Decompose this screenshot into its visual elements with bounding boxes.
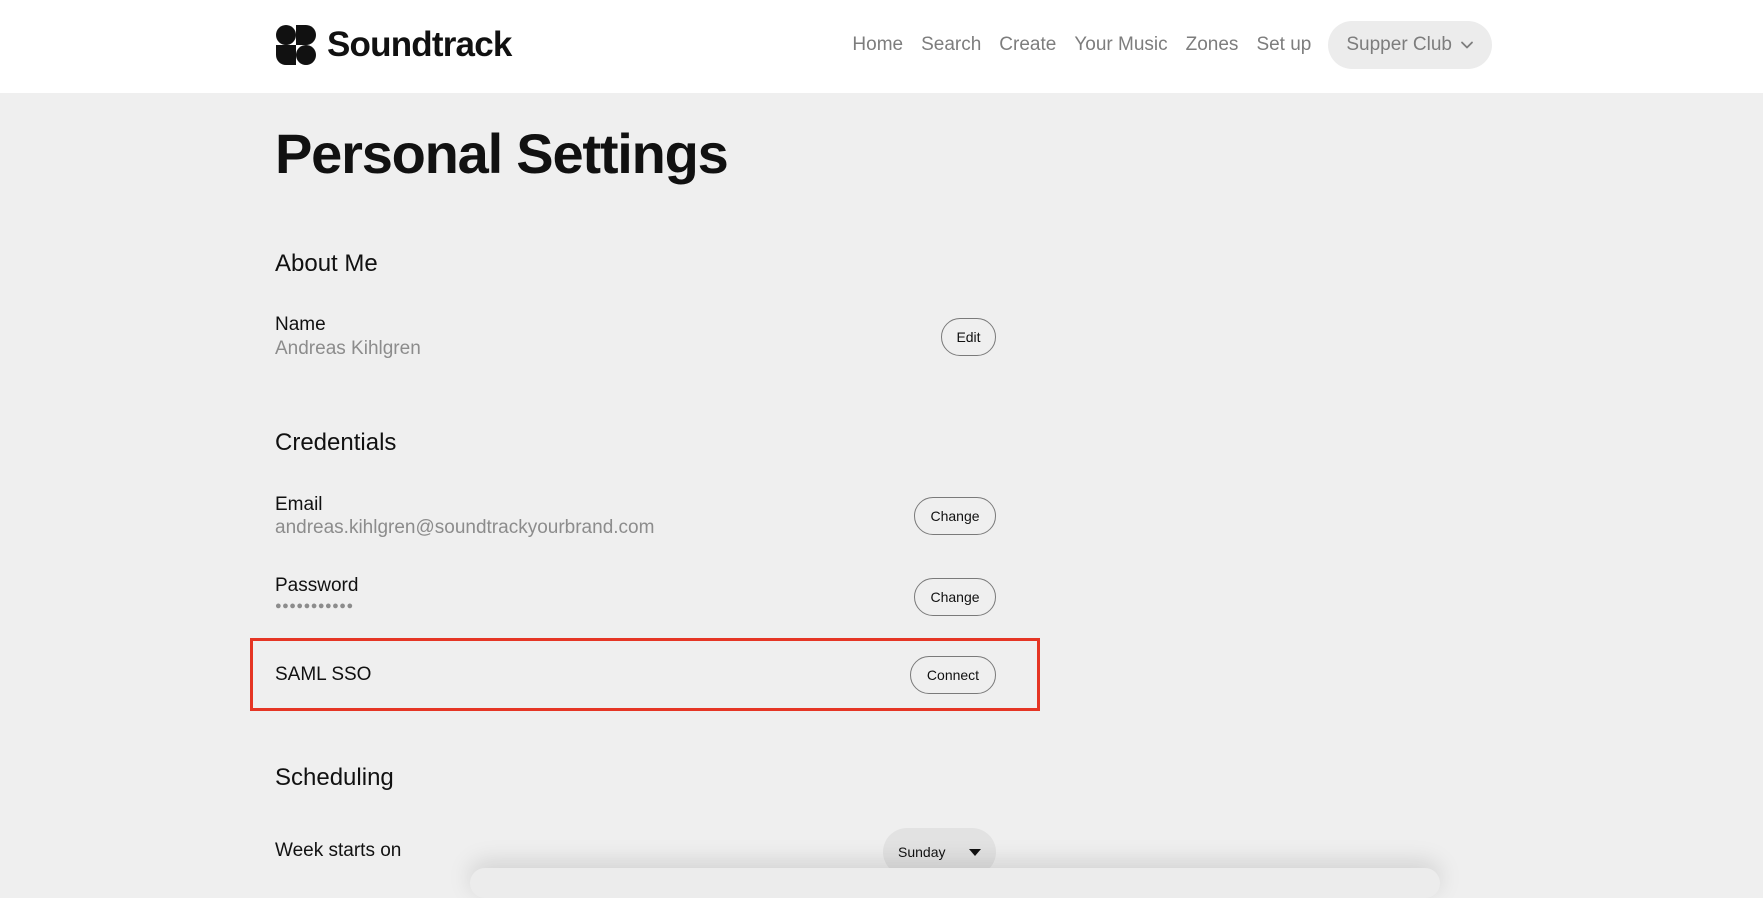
brand-name: Soundtrack [327, 25, 512, 64]
email-label: Email [275, 494, 323, 515]
scheduling-heading: Scheduling [275, 764, 394, 791]
change-email-button[interactable]: Change [914, 497, 996, 535]
name-label: Name [275, 314, 326, 335]
edit-name-button[interactable]: Edit [941, 318, 996, 356]
page-title: Personal Settings [275, 122, 729, 185]
account-name: Supper Club [1346, 34, 1452, 55]
soundtrack-logo[interactable]: Soundtrack [275, 24, 512, 66]
credentials-heading: Credentials [275, 429, 397, 456]
caret-down-icon [969, 848, 981, 856]
name-value: Andreas Kihlgren [275, 338, 421, 359]
top-navigation-bar: Soundtrack Home Search Create Your Music… [0, 0, 1763, 93]
account-switcher-button[interactable]: Supper Club [1328, 21, 1492, 69]
about-me-heading: About Me [275, 250, 378, 277]
nav-home[interactable]: Home [852, 34, 903, 56]
saml-sso-label: SAML SSO [275, 664, 372, 685]
chevron-down-icon [1461, 41, 1473, 49]
main-nav: Home Search Create Your Music Zones Set … [852, 21, 1492, 69]
email-value: andreas.kihlgren@soundtrackyourbrand.com [275, 517, 655, 538]
password-value: ●●●●●●●●●●● [275, 600, 354, 612]
nav-zones[interactable]: Zones [1186, 34, 1239, 56]
soundtrack-logo-icon [276, 25, 316, 65]
connect-saml-sso-button[interactable]: Connect [910, 656, 996, 694]
week-start-value: Sunday [898, 844, 946, 860]
nav-set-up[interactable]: Set up [1256, 34, 1311, 56]
password-label: Password [275, 575, 359, 596]
week-starts-on-label: Week starts on [275, 840, 402, 861]
bottom-panel-edge [470, 868, 1440, 898]
nav-your-music[interactable]: Your Music [1074, 34, 1167, 56]
nav-search[interactable]: Search [921, 34, 981, 56]
change-password-button[interactable]: Change [914, 578, 996, 616]
nav-create[interactable]: Create [999, 34, 1056, 56]
